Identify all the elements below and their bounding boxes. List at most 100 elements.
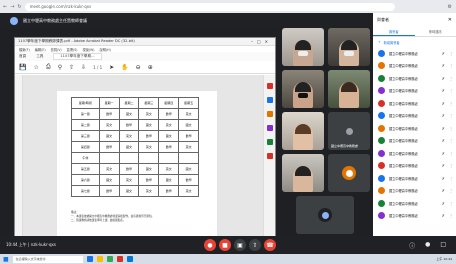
edge-icon[interactable] bbox=[126, 256, 133, 262]
tab-home[interactable]: 首頁 bbox=[19, 54, 26, 59]
shield-icon bbox=[10, 17, 18, 25]
info-icon[interactable]: ⓘ bbox=[409, 241, 415, 250]
captions-icon[interactable]: ▣ bbox=[234, 239, 246, 251]
table-row: 第七節 數學 國文 英文 數學 英文 bbox=[71, 185, 199, 197]
window-controls[interactable]: –□✕ bbox=[251, 39, 272, 44]
forward-icon[interactable]: → bbox=[10, 4, 14, 10]
menu-help[interactable]: 說明(H) bbox=[100, 47, 111, 52]
menu-sign[interactable]: 簽署(S) bbox=[67, 47, 78, 52]
add-people-button[interactable]: + 新增與會者 bbox=[373, 37, 456, 47]
participant-name: 國立中壢高中教務處 bbox=[389, 64, 418, 69]
end-call-icon[interactable]: ☎ bbox=[264, 239, 276, 251]
page-indicator[interactable]: 1 / 1 bbox=[93, 65, 102, 70]
more-options-icon[interactable]: ⋮ bbox=[449, 113, 453, 118]
extensions-icon[interactable]: ⚙ bbox=[448, 4, 452, 10]
video-tile[interactable] bbox=[328, 154, 370, 192]
chrome-icon[interactable] bbox=[106, 256, 113, 262]
participant-item[interactable]: 國立中壢高中教務處 ✗ ⋮ bbox=[373, 97, 456, 110]
left-nav-strip[interactable] bbox=[15, 75, 23, 237]
camera-icon[interactable]: ■ bbox=[219, 239, 231, 251]
comment-icon[interactable] bbox=[266, 111, 273, 117]
people-icon[interactable]: ● bbox=[425, 241, 430, 250]
participant-item[interactable]: 國立中壢高中教務處 ✗ ⋮ bbox=[373, 60, 456, 73]
more-options-icon[interactable]: ⋮ bbox=[449, 163, 453, 168]
menu-view[interactable]: 檢視(V) bbox=[51, 47, 62, 52]
participant-avatar bbox=[342, 166, 356, 180]
video-tile[interactable] bbox=[328, 28, 370, 66]
menu-file[interactable]: 檔案(F) bbox=[19, 47, 30, 52]
more-options-icon[interactable]: ⋮ bbox=[449, 101, 453, 106]
participant-item[interactable]: 國立中壢高中教務處 ✗ ⋮ bbox=[373, 147, 456, 160]
menu-edit[interactable]: 編輯(E) bbox=[35, 47, 46, 52]
zoom-out-icon[interactable]: ⊖ bbox=[136, 64, 141, 71]
participant-item[interactable]: 國立中壢高中教務處 ✗ ⋮ bbox=[373, 135, 456, 148]
close-icon[interactable]: ✕ bbox=[448, 17, 452, 23]
more-options-icon[interactable]: ⋮ bbox=[449, 51, 453, 56]
zoom-in-icon[interactable]: ⊕ bbox=[148, 64, 153, 71]
mic-off-icon: ✗ bbox=[441, 200, 445, 206]
present-icon[interactable]: ⇧ bbox=[249, 239, 261, 251]
more-options-icon[interactable]: ⋮ bbox=[449, 201, 453, 206]
more-options-icon[interactable]: ⋮ bbox=[449, 151, 453, 156]
system-tray-clock[interactable]: 上午 10:44 bbox=[436, 257, 452, 261]
participant-avatar bbox=[378, 174, 385, 182]
video-tile[interactable] bbox=[282, 28, 324, 66]
participant-item[interactable]: 國立中壢高中教務處 ✗ ⋮ bbox=[373, 110, 456, 123]
more-options-icon[interactable]: ⋮ bbox=[449, 213, 453, 218]
video-tile[interactable] bbox=[282, 154, 324, 192]
edit-pdf-icon[interactable] bbox=[266, 97, 273, 103]
hand-icon[interactable]: ✋ bbox=[121, 64, 128, 71]
video-tile[interactable] bbox=[282, 112, 324, 150]
tab-participants[interactable]: 與會者 bbox=[373, 27, 415, 36]
prev-page-icon[interactable]: ⇧ bbox=[69, 64, 74, 71]
video-tile[interactable] bbox=[296, 196, 354, 234]
participant-item[interactable]: 國立中壢高中教務處 ✗ ⋮ bbox=[373, 210, 456, 223]
participant-video bbox=[293, 166, 313, 192]
next-page-icon[interactable]: ⇩ bbox=[81, 64, 86, 71]
panel-tabs: 與會者 即時通訊 bbox=[373, 27, 456, 37]
participant-item[interactable]: 國立中壢高中教務處 ✗ ⋮ bbox=[373, 85, 456, 98]
more-options-icon[interactable]: ⋮ bbox=[449, 63, 453, 68]
task-view-icon[interactable] bbox=[86, 256, 93, 262]
taskbar-search[interactable]: 在這裡輸入文字來搜尋 bbox=[12, 255, 83, 263]
organize-icon[interactable] bbox=[266, 139, 273, 145]
address-bar[interactable]: meet.google.com/nzk-kukr-qxs bbox=[24, 2, 395, 11]
more-options-icon[interactable]: ⋮ bbox=[449, 76, 453, 81]
print-icon[interactable]: ⎙ bbox=[46, 63, 51, 71]
search-icon[interactable]: ⚲ bbox=[58, 64, 62, 71]
tab-tools[interactable]: 工具 bbox=[36, 54, 43, 59]
more-options-icon[interactable]: ⋮ bbox=[449, 188, 453, 193]
video-tile[interactable] bbox=[328, 70, 370, 108]
acrobat-icon[interactable] bbox=[116, 256, 123, 262]
video-tile[interactable]: 國立中壢高中教務處 bbox=[328, 112, 370, 150]
save-icon[interactable]: 💾 bbox=[19, 64, 26, 71]
menu-window[interactable]: 視窗(W) bbox=[83, 47, 95, 52]
file-explorer-icon[interactable] bbox=[96, 256, 103, 262]
chat-icon[interactable]: □ bbox=[440, 241, 446, 250]
bookmark-icon[interactable]: ☆ bbox=[33, 64, 38, 71]
participant-item[interactable]: 國立中壢高中教務處 ✗ ⋮ bbox=[373, 185, 456, 198]
back-icon[interactable]: ← bbox=[3, 4, 7, 10]
participant-item[interactable]: 國立中壢高中教務處 ✗ ⋮ bbox=[373, 160, 456, 173]
mic-off-icon: ✗ bbox=[441, 175, 445, 181]
participant-item[interactable]: 國立中壢高中教務處 ✗ ⋮ bbox=[373, 122, 456, 135]
more-options-icon[interactable]: ⋮ bbox=[449, 126, 453, 131]
participant-item[interactable]: 國立中壢高中教務處 ✗ ⋮ bbox=[373, 172, 456, 185]
tab-document[interactable]: 1107學年度下學期... bbox=[53, 53, 102, 60]
reload-icon[interactable]: ↻ bbox=[17, 4, 21, 10]
meeting-header: 國立中壢高中教務處主任暨教師會議 bbox=[0, 13, 372, 29]
windows-start-icon[interactable]: ■ bbox=[3, 256, 9, 263]
export-pdf-icon[interactable] bbox=[266, 83, 273, 89]
more-options-icon[interactable]: ⋮ bbox=[449, 88, 453, 93]
video-tile[interactable] bbox=[282, 70, 324, 108]
participant-item[interactable]: 國立中壢高中教務處 ✗ ⋮ bbox=[373, 197, 456, 210]
more-options-icon[interactable]: ⋮ bbox=[449, 138, 453, 143]
select-icon[interactable]: ➤ bbox=[109, 64, 114, 71]
protect-icon[interactable] bbox=[266, 153, 273, 159]
mic-icon[interactable]: ● bbox=[204, 239, 216, 251]
participant-item[interactable]: 國立中壢高中教務處 ✗ ⋮ bbox=[373, 72, 456, 85]
tab-chat[interactable]: 即時通訊 bbox=[415, 27, 456, 36]
fill-sign-icon[interactable] bbox=[266, 125, 273, 131]
participant-item[interactable]: 國立中壢高中教務處 ✗ ⋮ bbox=[373, 47, 456, 60]
more-options-icon[interactable]: ⋮ bbox=[449, 176, 453, 181]
